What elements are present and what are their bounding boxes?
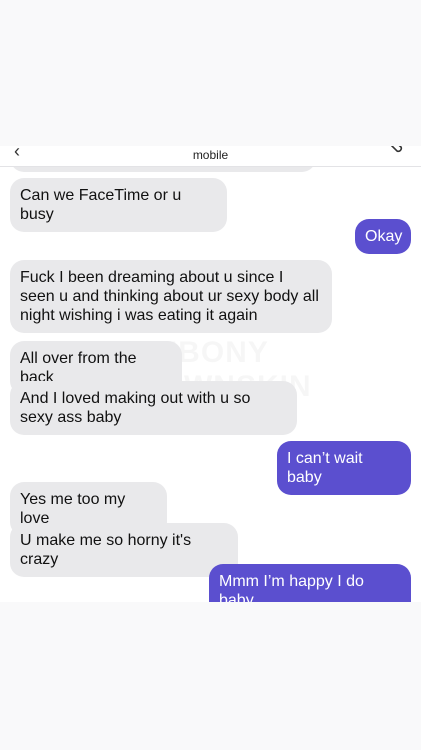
incoming-message[interactable]: Fuck I been dreaming about u since I see… xyxy=(10,260,332,333)
conversation-view: ‹ mobile EBONY BROWNSKIN REVIEWS Can we … xyxy=(0,146,421,602)
contact-subtitle: mobile xyxy=(192,148,229,162)
navigation-bar: ‹ mobile xyxy=(0,146,421,167)
outgoing-message[interactable]: Mmm I’m happy I do baby xyxy=(209,564,411,602)
outgoing-message[interactable]: I can’t wait baby xyxy=(277,441,411,495)
incoming-message[interactable]: U make me so horny it's crazy xyxy=(10,523,238,577)
paperclip-icon[interactable] xyxy=(387,146,403,159)
outgoing-message[interactable]: Okay xyxy=(355,219,411,254)
incoming-message[interactable]: Can we FaceTime or u busy xyxy=(10,178,227,232)
incoming-message[interactable]: And I loved making out with u so sexy as… xyxy=(10,381,297,435)
